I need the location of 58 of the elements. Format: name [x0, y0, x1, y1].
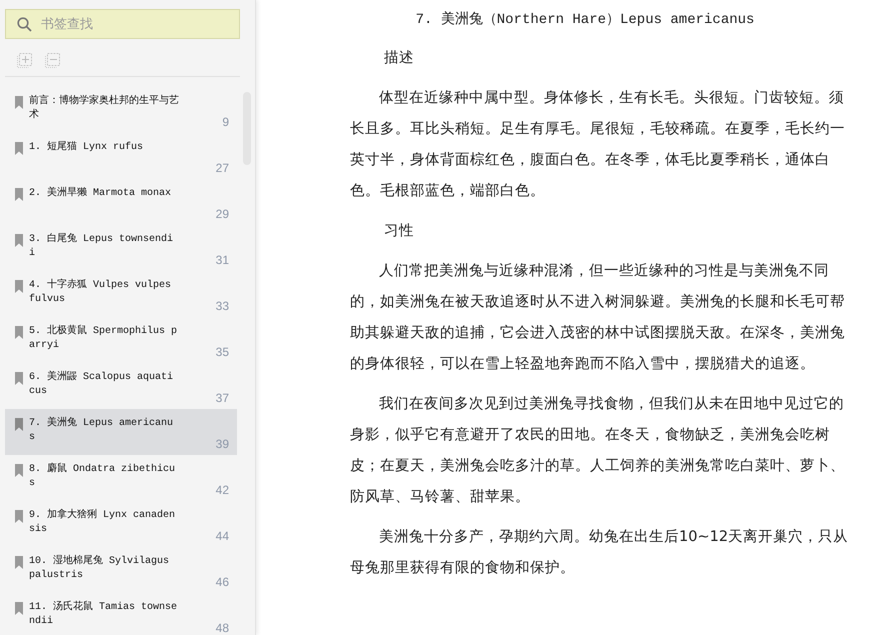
page-number: 42 — [216, 482, 229, 499]
page-number: 37 — [216, 390, 229, 407]
page-number: 29 — [216, 206, 229, 223]
bookmark-title: 11. 汤氏花鼠 Tamias townsendii — [29, 601, 178, 629]
bookmark-item[interactable]: 7. 美洲兔 Lepus americanus 39 — [5, 409, 237, 455]
section-heading: 描述 — [384, 49, 415, 68]
bookmark-icon — [15, 372, 23, 385]
bookmark-icon — [15, 418, 23, 431]
body-paragraph: 人们常把美洲兔与近缘种混淆，但一些近缘种的习性是与美洲兔不同的，如美洲兔在被天敌追逐时从不进入树洞躲避。美洲兔的长腿和长毛可帮助其躲避天敌的追捕，它会进入茂密的林中试图摆脱天敌。在深冬，美洲兔的身体很轻，可以在雪上轻盈地奔跑而不陷入雪中，摆脱猎犬的追逐。 — [350, 262, 846, 374]
bookmark-item[interactable]: 5. 北极黄鼠 Spermophilus parryi 35 — [5, 317, 237, 363]
bookmark-item[interactable]: 6. 美洲鼹 Scalopus aquaticus 37 — [5, 363, 237, 409]
bookmark-item[interactable]: 10. 湿地棉尾兔 Sylvilagus palustris 46 — [5, 547, 237, 593]
page-number: 35 — [216, 344, 229, 361]
bookmark-item[interactable]: 1. 短尾猫 Lynx rufus 27 — [5, 133, 237, 179]
page-number: 48 — [216, 620, 229, 635]
bookmark-icon — [15, 280, 23, 293]
body-paragraph: 体型在近缘种中属中型。身体修长，生有长毛。头很短。门齿较短。须长且多。耳比头稍短。足生有厚毛。尾很短，毛较稀疏。在夏季，毛长约一英寸半，身体背面棕红色，腹面白色。在冬季，体毛比夏季稍长，通体白色。毛根部蓝色，端部白色。 — [350, 88, 846, 201]
bookmark-icon — [15, 510, 23, 523]
search-field[interactable]: 书签查找 — [5, 9, 240, 39]
bookmark-item[interactable]: 2. 美洲旱獭 Marmota monax 29 — [5, 179, 237, 225]
bookmark-title: 7. 美洲兔 Lepus americanus — [29, 417, 174, 445]
bookmark-title: 4. 十字赤狐 Vulpes vulpes fulvus — [29, 279, 172, 307]
bookmark-icon — [15, 602, 23, 615]
bookmark-title: 10. 湿地棉尾兔 Sylvilagus palustris — [29, 555, 170, 583]
body-paragraph: 美洲兔十分多产，孕期约六周。幼兔在出生后10~12天离开巢穴，只从母兔那里获得有限的食物和保护。 — [350, 528, 850, 578]
expand-all-icon[interactable] — [17, 53, 32, 68]
page-number: 9 — [222, 114, 229, 131]
bookmark-title: 6. 美洲鼹 Scalopus aquaticus — [29, 371, 174, 399]
bookmark-icon — [15, 96, 23, 109]
bookmark-item[interactable]: 9. 加拿大猞猁 Lynx canadensis 44 — [5, 501, 237, 547]
bookmark-title: 9. 加拿大猞猁 Lynx canadensis — [29, 509, 176, 537]
section-heading: 习性 — [384, 222, 415, 241]
body-paragraph: 我们在夜间多次见到过美洲兔寻找食物，但我们从未在田地中见过它的身影，似乎它有意避开了农民的田地。在冬天，食物缺乏，美洲兔会吃树皮；在夏天，美洲兔会吃多汁的草。人工饲养的美洲兔常吃白菜叶、萝卜、防风草、马铃薯、甜苹果。 — [350, 394, 846, 507]
chapter-title: 7. 美洲兔（Northern Hare）Lepus americanus — [414, 10, 756, 30]
bookmark-title: 1. 短尾猫 Lynx rufus — [29, 141, 144, 155]
bookmark-icon — [15, 326, 23, 339]
bookmark-item[interactable]: 3. 白尾兔 Lepus townsendii 31 — [5, 225, 237, 271]
collapse-all-icon[interactable] — [45, 53, 60, 68]
bookmark-icon — [15, 142, 23, 155]
page-number: 33 — [216, 298, 229, 315]
bookmark-item[interactable]: 8. 麝鼠 Ondatra zibethicus 42 — [5, 455, 237, 501]
bookmark-title: 3. 白尾兔 Lepus townsendii — [29, 233, 174, 261]
bookmark-icon — [15, 188, 23, 201]
bookmark-title: 8. 麝鼠 Ondatra zibethicus — [29, 463, 176, 491]
bookmark-item[interactable]: 4. 十字赤狐 Vulpes vulpes fulvus 33 — [5, 271, 237, 317]
page-number: 27 — [216, 160, 229, 177]
page-number: 31 — [216, 252, 229, 269]
bookmark-title: 5. 北极黄鼠 Spermophilus parryi — [29, 325, 178, 353]
page-number: 46 — [216, 574, 229, 591]
page-number: 39 — [216, 436, 229, 453]
bookmark-icon — [15, 234, 23, 247]
bookmark-item[interactable]: 前言：博物学家奥杜邦的生平与艺术 9 — [5, 87, 237, 133]
bookmark-item[interactable]: 11. 汤氏花鼠 Tamias townsendii 48 — [5, 593, 237, 635]
bookmark-icon — [15, 556, 23, 569]
bookmark-title: 前言：博物学家奥杜邦的生平与艺术 — [29, 95, 179, 123]
bookmark-title: 2. 美洲旱獭 Marmota monax — [29, 187, 172, 201]
bookmark-icon — [15, 464, 23, 477]
page-number: 44 — [216, 528, 229, 545]
